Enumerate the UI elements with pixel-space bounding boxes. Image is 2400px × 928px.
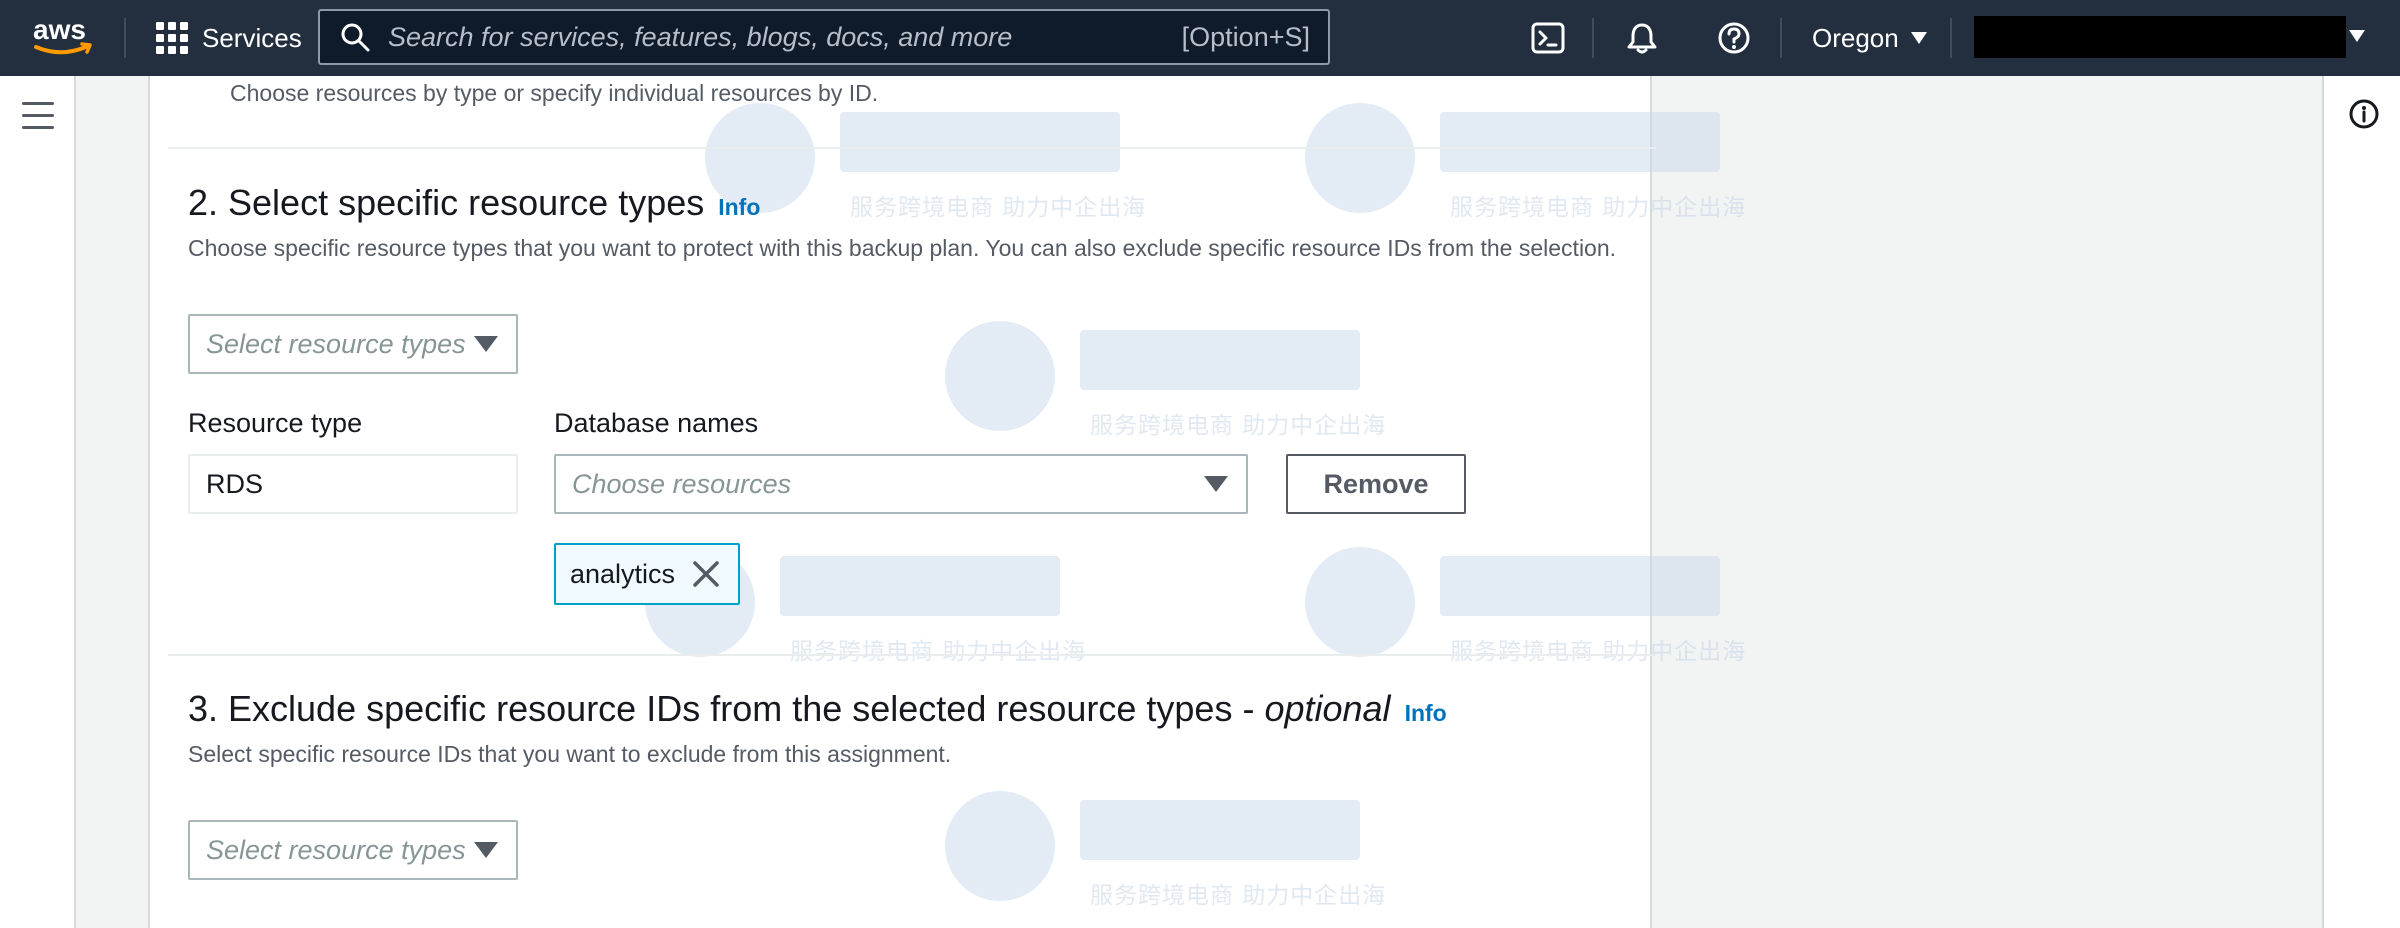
services-grid-icon <box>156 22 188 54</box>
left-side-rail <box>0 76 76 928</box>
watermark: 服务跨境电商 助力中企出海 <box>930 316 1390 451</box>
section2-heading: 2. Select specific resource types Info <box>188 182 760 224</box>
notifications-bell-icon[interactable] <box>1624 20 1660 56</box>
nav-separator <box>1780 18 1782 58</box>
nav-separator <box>124 18 126 58</box>
section-divider <box>168 654 1656 656</box>
database-names-select-placeholder: Choose resources <box>572 468 792 499</box>
services-label: Services <box>202 22 302 53</box>
right-side-rail <box>2322 76 2400 928</box>
section2-info-link[interactable]: Info <box>718 194 760 220</box>
account-menu-redacted[interactable] <box>1974 16 2346 58</box>
exclude-resource-types-select[interactable]: Select resource types <box>188 820 518 880</box>
section2-heading-text: 2. Select specific resource types <box>188 182 705 223</box>
resource-type-value: RDS <box>206 468 264 499</box>
svg-text:aws: aws <box>33 14 86 45</box>
top-navigation: aws Services [Option+S] Oregon <box>0 0 2400 76</box>
nav-separator <box>1592 18 1594 58</box>
section-divider <box>168 147 1656 149</box>
selected-resource-token: analytics <box>554 543 740 605</box>
watermark: 服务跨境电商 助力中企出海 <box>1290 542 1750 677</box>
watermark: 服务跨境电商 助力中企出海 <box>1290 98 1750 233</box>
global-search[interactable]: [Option+S] <box>318 9 1330 65</box>
watermark: 服务跨境电商 助力中企出海 <box>930 786 1390 921</box>
database-names-select[interactable]: Choose resources <box>554 454 1248 514</box>
menu-hamburger-icon[interactable] <box>22 102 54 130</box>
aws-logo-icon[interactable]: aws <box>30 14 96 60</box>
section2-description: Choose specific resource types that you … <box>188 235 1617 261</box>
exclude-resource-types-select-placeholder: Select resource types <box>206 834 466 865</box>
section3-info-link[interactable]: Info <box>1405 700 1447 726</box>
resource-type-label: Resource type <box>188 408 363 438</box>
info-panel-icon[interactable] <box>2348 98 2380 130</box>
services-menu-button[interactable]: Services <box>156 18 302 58</box>
database-names-label: Database names <box>554 408 759 438</box>
section3-heading: 3. Exclude specific resource IDs from th… <box>188 688 1447 730</box>
remove-button[interactable]: Remove <box>1286 454 1466 514</box>
caret-down-icon <box>1204 476 1228 492</box>
section3-description: Select specific resource IDs that you wa… <box>188 741 952 767</box>
caret-down-icon <box>474 842 498 858</box>
resource-types-select-placeholder: Select resource types <box>206 328 466 359</box>
resource-assignment-panel: 服务跨境电商 助力中企出海 服务跨境电商 助力中企出海 服务跨境电商 助力中企出… <box>148 76 1745 928</box>
search-shortcut-hint: [Option+S] <box>1181 21 1310 52</box>
section1-description: Choose resources by type or specify indi… <box>230 80 879 106</box>
search-input[interactable] <box>388 21 1182 53</box>
caret-down-icon[interactable] <box>2349 30 2365 42</box>
search-icon <box>341 23 370 52</box>
resource-types-select[interactable]: Select resource types <box>188 314 518 374</box>
cloudshell-icon[interactable] <box>1530 20 1566 56</box>
resource-type-field: RDS <box>188 454 518 514</box>
help-icon[interactable] <box>1716 20 1752 56</box>
caret-down-icon <box>474 336 498 352</box>
caret-down-icon <box>1910 32 1927 44</box>
section3-optional-text: optional <box>1264 688 1391 729</box>
region-label: Oregon <box>1812 22 1899 53</box>
region-selector[interactable]: Oregon <box>1812 18 1927 58</box>
section3-heading-text: 3. Exclude specific resource IDs from th… <box>188 688 1265 729</box>
close-icon[interactable] <box>691 559 721 589</box>
token-label: analytics <box>570 558 676 589</box>
nav-separator <box>1950 18 1952 58</box>
